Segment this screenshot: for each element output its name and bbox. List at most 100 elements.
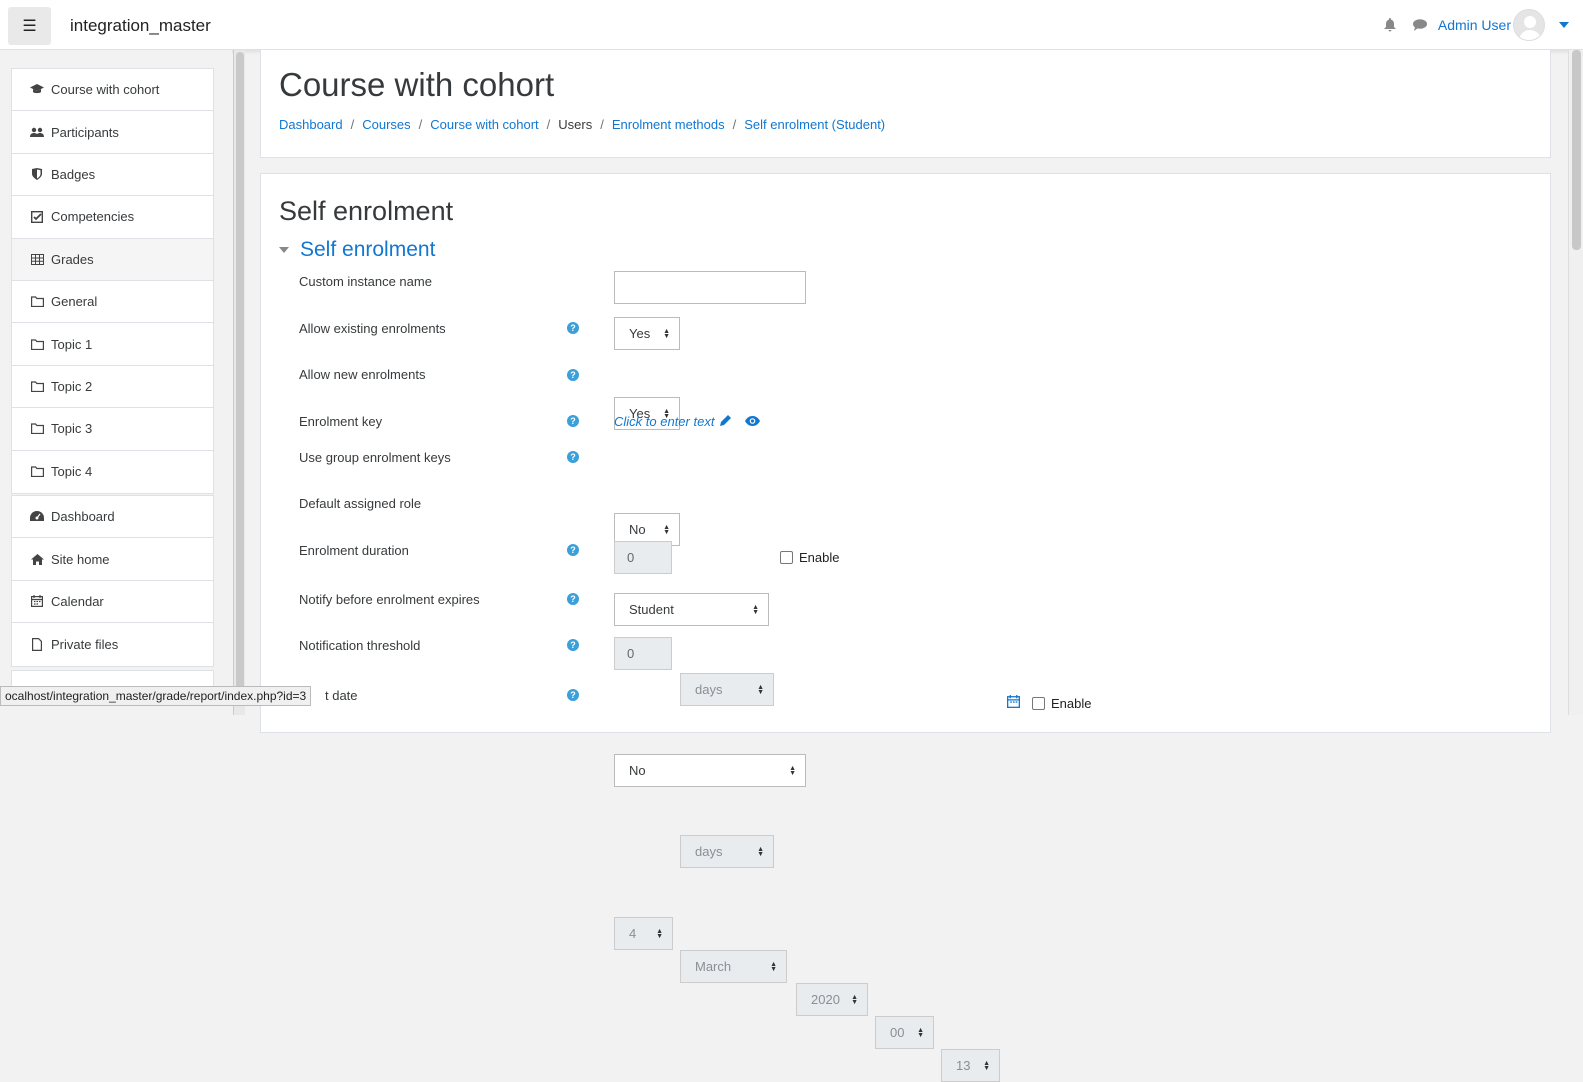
group-keys-label: Use group enrolment keys (299, 450, 451, 465)
home-icon (30, 553, 44, 565)
notify-select[interactable]: No ▲ ▼ (614, 754, 806, 787)
navbar: ☰ integration_master Admin User (0, 0, 1583, 50)
nav-item-topic-1[interactable]: Topic 1 (12, 323, 213, 366)
default-role-select[interactable]: Student ▲ ▼ (614, 593, 769, 626)
folder-icon (30, 381, 44, 392)
page-scrollbar[interactable] (1568, 50, 1583, 715)
duration-unit-select[interactable]: days ▲ ▼ (680, 673, 774, 706)
duration-number-input[interactable]: 0 (614, 541, 672, 574)
drawer-toggle-button[interactable]: ☰ (8, 7, 51, 45)
breadcrumb-separator: / (418, 117, 423, 132)
calendar-icon[interactable] (1007, 695, 1021, 711)
shield-icon (30, 168, 44, 181)
duration-enable-checkbox[interactable] (780, 551, 793, 564)
form-title: Self enrolment (279, 196, 454, 226)
user-name-link[interactable]: Admin User (1438, 17, 1511, 33)
help-icon[interactable]: ? (567, 593, 579, 605)
status-bar-url: ocalhost/integration_master/grade/report… (0, 686, 312, 706)
allow-new-label: Allow new enrolments (299, 367, 426, 382)
breadcrumb-dashboard[interactable]: Dashboard (279, 117, 343, 132)
start-date-label: t date (325, 688, 358, 703)
folder-icon (30, 466, 44, 478)
select-arrows-icon: ▲ ▼ (656, 928, 663, 940)
start-month-select[interactable]: March ▲ ▼ (680, 950, 787, 983)
nav-item-label: Topic 2 (51, 378, 93, 394)
avatar[interactable] (1513, 9, 1545, 41)
custom-name-input[interactable] (614, 271, 806, 304)
allow-existing-select[interactable]: Yes ▲ ▼ (614, 317, 680, 350)
help-icon[interactable]: ? (567, 415, 579, 427)
nav-item-grades[interactable]: Grades (12, 238, 213, 281)
select-arrows-icon: ▲ ▼ (663, 328, 670, 340)
nav-item-calendar[interactable]: Calendar (12, 581, 213, 624)
drawer-scrollbar[interactable] (233, 50, 245, 715)
nav-item-badges[interactable]: Badges (12, 154, 213, 197)
nav-item-private-files[interactable]: Private files (12, 623, 213, 665)
nav-item-course[interactable]: Course with cohort (12, 69, 213, 112)
duration-enable[interactable]: Enable (780, 550, 839, 565)
help-icon[interactable]: ? (567, 322, 579, 334)
help-icon[interactable]: ? (567, 689, 579, 701)
breadcrumb: Dashboard / Courses / Course with cohort… (279, 117, 885, 132)
nav-item-topic-3[interactable]: Topic 3 (12, 408, 213, 451)
section-toggle[interactable]: Self enrolment (279, 238, 435, 262)
select-value: 4 (629, 926, 637, 941)
help-icon[interactable]: ? (567, 544, 579, 556)
select-value: Student (629, 602, 674, 617)
inline-edit-text: Click to enter text (614, 414, 715, 429)
check-square-icon (30, 210, 44, 223)
start-day-select[interactable]: 4 ▲ ▼ (614, 917, 673, 950)
site-nav: Dashboard Site home Calendar Private fil… (11, 495, 214, 667)
start-hour-select[interactable]: 00 ▲ ▼ (875, 1016, 934, 1049)
start-date-enable[interactable]: Enable (1032, 696, 1091, 711)
site-name[interactable]: integration_master (70, 16, 211, 36)
nav-item-site-home[interactable]: Site home (12, 538, 213, 581)
breadcrumb-courses[interactable]: Courses (362, 117, 410, 132)
nav-item-label: Grades (51, 251, 94, 267)
breadcrumb-self-enrolment[interactable]: Self enrolment (Student) (744, 117, 885, 132)
nav-item-label: Topic 4 (51, 464, 93, 480)
breadcrumb-enrolment-methods[interactable]: Enrolment methods (612, 117, 725, 132)
select-value: No (629, 763, 646, 778)
dashboard-icon (30, 511, 44, 522)
breadcrumb-course[interactable]: Course with cohort (430, 117, 538, 132)
select-arrows-icon: ▲ ▼ (752, 604, 759, 616)
folder-icon (30, 338, 44, 350)
select-arrows-icon: ▲ ▼ (663, 524, 670, 536)
threshold-number-input[interactable]: 0 (614, 637, 672, 670)
start-date-enable-checkbox[interactable] (1032, 697, 1045, 710)
select-arrows-icon: ▲ ▼ (757, 846, 764, 858)
eye-icon[interactable] (745, 414, 761, 429)
nav-item-competencies[interactable]: Competencies (12, 196, 213, 239)
bell-icon[interactable] (1382, 18, 1398, 32)
start-year-select[interactable]: 2020 ▲ ▼ (796, 983, 868, 1016)
course-nav: Course with cohort Participants Badges C… (11, 68, 214, 494)
allow-existing-label: Allow existing enrolments (299, 321, 446, 336)
enrolment-key-inline-edit[interactable]: Click to enter text (614, 414, 761, 429)
select-value: Yes (629, 326, 651, 341)
nav-item-topic-2[interactable]: Topic 2 (12, 366, 213, 409)
nav-item-label: Competencies (51, 209, 135, 225)
nav-item-dashboard[interactable]: Dashboard (12, 496, 213, 539)
pencil-icon[interactable] (720, 414, 732, 429)
help-icon[interactable]: ? (567, 369, 579, 381)
page-title: Course with cohort (279, 66, 555, 103)
nav-item-label: Calendar (51, 593, 104, 609)
user-menu-caret-icon[interactable] (1559, 22, 1569, 28)
help-icon[interactable]: ? (567, 639, 579, 651)
select-arrows-icon: ▲ ▼ (851, 994, 858, 1006)
checkbox-label: Enable (799, 550, 840, 565)
file-icon (30, 637, 44, 651)
help-icon[interactable]: ? (567, 451, 579, 463)
graduation-cap-icon (30, 84, 44, 95)
folder-icon (30, 423, 44, 435)
threshold-unit-select[interactable]: days ▲ ▼ (680, 835, 774, 868)
nav-item-topic-4[interactable]: Topic 4 (12, 451, 213, 493)
nav-item-general[interactable]: General (12, 281, 213, 324)
nav-item-participants[interactable]: Participants (12, 111, 213, 154)
custom-name-label: Custom instance name (299, 274, 432, 289)
chat-icon[interactable] (1412, 19, 1428, 31)
nav-item-label: Dashboard (51, 509, 115, 525)
table-icon (30, 253, 44, 265)
start-minute-select[interactable]: 13 ▲ ▼ (941, 1049, 1000, 1082)
